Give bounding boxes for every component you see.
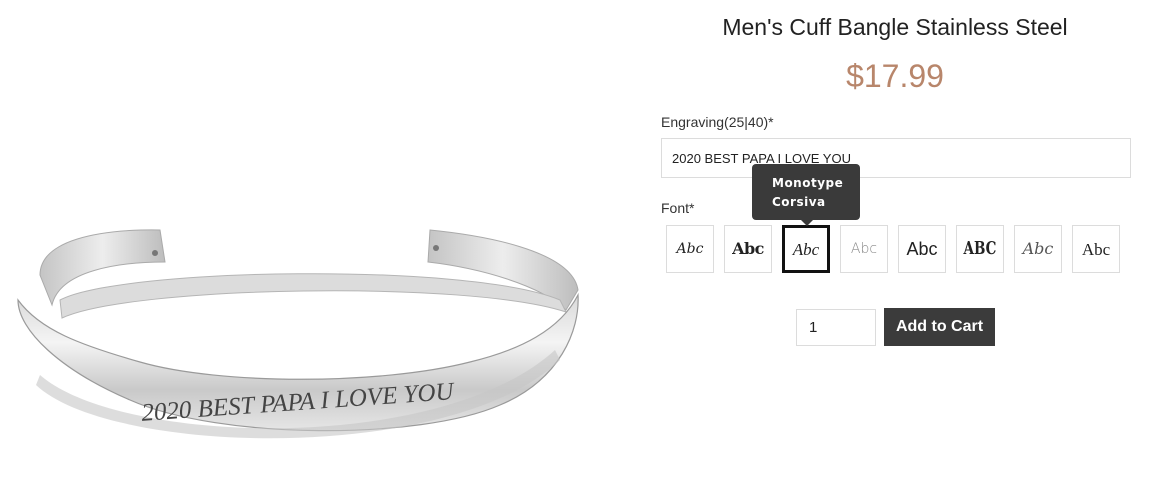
font-sample: Abc <box>732 239 764 258</box>
tooltip-line-2: Corsiva <box>772 195 826 209</box>
font-sample: Abc <box>676 241 704 257</box>
font-tooltip: Monotype Corsiva <box>752 164 860 226</box>
product-price: $17.99 <box>846 58 944 94</box>
font-option-7[interactable]: Abc <box>1014 225 1062 273</box>
font-sample: Abc <box>1081 239 1111 259</box>
font-option-3-selected[interactable]: Abc <box>782 225 830 273</box>
add-to-cart-button[interactable]: Add to Cart <box>884 308 995 346</box>
font-option-2[interactable]: Abc <box>724 225 772 273</box>
tooltip-line-1: Monotype <box>772 176 844 190</box>
font-option-6[interactable]: ABC <box>956 225 1004 273</box>
font-sample: Abc <box>906 239 938 259</box>
font-option-4[interactable]: Abc <box>840 225 888 273</box>
tooltip-arrow <box>801 220 813 226</box>
font-sample: Abc <box>792 239 820 259</box>
bangle-illustration: 2020 BEST PAPA I LOVE YOU <box>17 229 579 439</box>
font-sample: Abc <box>850 241 878 257</box>
font-swatch-group: Abc Abc Abc Abc Abc ABC Abc Abc <box>666 225 1120 273</box>
font-label: Font* <box>661 200 695 216</box>
font-option-5[interactable]: Abc <box>898 225 946 273</box>
product-title: Men's Cuff Bangle Stainless Steel <box>722 14 1068 40</box>
engraving-label: Engraving(25|40)* <box>661 114 774 130</box>
quantity-input[interactable] <box>796 309 876 346</box>
font-option-8[interactable]: Abc <box>1072 225 1120 273</box>
font-option-1[interactable]: Abc <box>666 225 714 273</box>
font-sample: Abc <box>1022 239 1054 258</box>
product-image: 2020 BEST PAPA I LOVE YOU <box>0 0 600 484</box>
engraving-input[interactable] <box>661 138 1131 178</box>
font-sample: ABC <box>963 238 997 259</box>
